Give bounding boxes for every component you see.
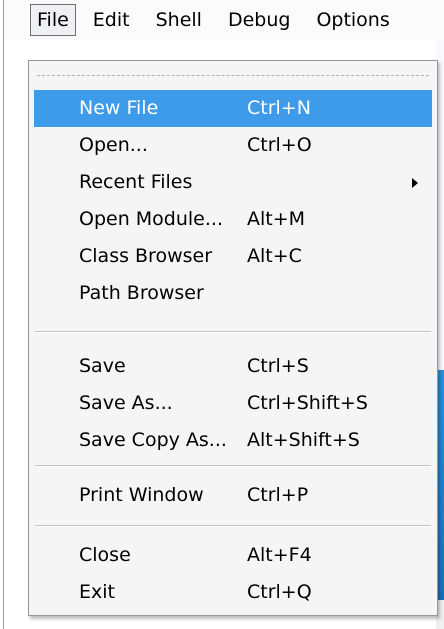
menu-item-label: Open Module... — [79, 208, 223, 230]
menu-item-open-module[interactable]: Open Module... Alt+M — [34, 201, 432, 238]
menu-item-label: Exit — [79, 581, 115, 603]
menu-options[interactable]: Options — [307, 4, 398, 36]
menu-item-label: Path Browser — [79, 282, 204, 304]
menu-debug[interactable]: Debug — [219, 4, 299, 36]
menu-item-path-browser[interactable]: Path Browser — [34, 275, 432, 312]
menu-file[interactable]: File — [30, 4, 76, 36]
menu-item-new-file[interactable]: New File Ctrl+N — [34, 90, 432, 127]
menu-item-class-browser[interactable]: Class Browser Alt+C — [34, 238, 432, 275]
menu-bar: File Edit Shell Debug Options — [4, 0, 444, 40]
submenu-arrow-icon — [412, 178, 418, 188]
menu-item-shortcut: Alt+C — [247, 245, 302, 267]
menu-item-close[interactable]: Close Alt+F4 — [34, 537, 432, 574]
menu-item-shortcut: Ctrl+Q — [247, 581, 312, 603]
menu-item-label: Close — [79, 544, 131, 566]
menu-item-label: Save As... — [79, 392, 173, 414]
menu-item-shortcut: Ctrl+Shift+S — [247, 392, 368, 414]
menu-item-save-as[interactable]: Save As... Ctrl+Shift+S — [34, 385, 432, 422]
menu-item-open[interactable]: Open... Ctrl+O — [34, 127, 432, 164]
menu-edit[interactable]: Edit — [84, 4, 139, 36]
menu-item-shortcut: Alt+M — [247, 208, 306, 230]
menu-item-label: Class Browser — [79, 245, 213, 267]
menu-item-shortcut: Alt+Shift+S — [247, 429, 360, 451]
menu-item-label: Recent Files — [79, 171, 193, 193]
menu-separator — [35, 465, 431, 467]
menu-separator — [35, 525, 431, 527]
menu-item-label: New File — [79, 97, 159, 119]
menu-item-label: Save Copy As... — [79, 429, 227, 451]
menu-item-print-window[interactable]: Print Window Ctrl+P — [34, 477, 432, 514]
menu-item-shortcut: Ctrl+S — [247, 355, 309, 377]
menu-item-save-copy-as[interactable]: Save Copy As... Alt+Shift+S — [34, 422, 432, 459]
menu-shell[interactable]: Shell — [147, 4, 211, 36]
menu-separator — [35, 331, 431, 333]
menu-item-label: Print Window — [79, 484, 204, 506]
menu-item-shortcut: Alt+F4 — [247, 544, 312, 566]
menu-item-save[interactable]: Save Ctrl+S — [34, 348, 432, 385]
window-left-border — [3, 0, 4, 629]
menu-item-label: Open... — [79, 134, 148, 156]
menu-item-label: Save — [79, 355, 126, 377]
tear-off-line[interactable] — [37, 75, 429, 76]
menu-item-shortcut: Ctrl+O — [247, 134, 312, 156]
menu-item-exit[interactable]: Exit Ctrl+Q — [34, 574, 432, 611]
menu-item-shortcut: Ctrl+N — [247, 97, 311, 119]
menu-item-recent-files[interactable]: Recent Files — [34, 164, 432, 201]
file-menu-dropdown: New File Ctrl+N Open... Ctrl+O Recent Fi… — [28, 60, 438, 616]
menu-item-shortcut: Ctrl+P — [247, 484, 309, 506]
